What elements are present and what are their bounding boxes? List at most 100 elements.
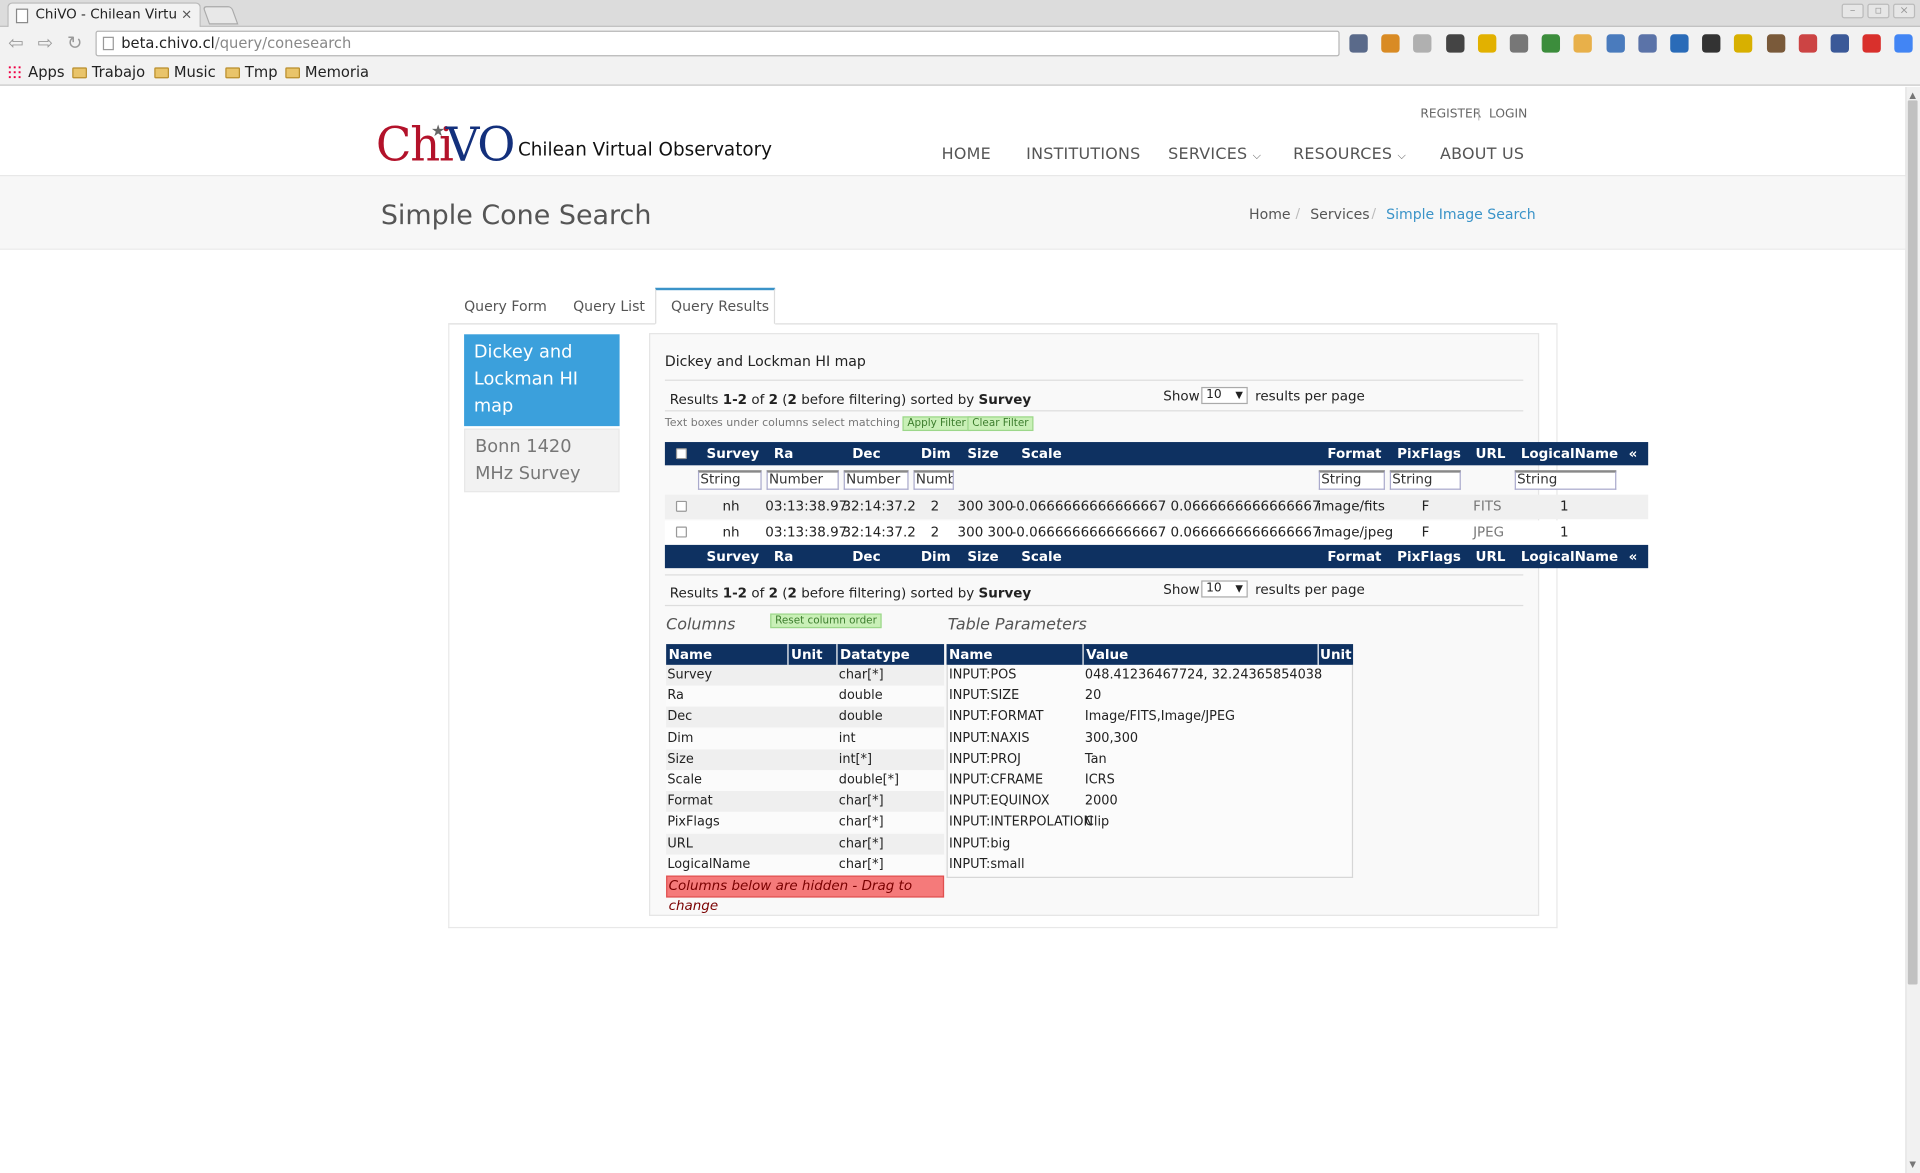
filter-dim-input[interactable]: Numb xyxy=(913,470,954,490)
apply-filter-button[interactable]: Apply Filter xyxy=(902,416,971,432)
register-link[interactable]: REGISTER xyxy=(1420,108,1481,121)
tab-query-results[interactable]: Query Results xyxy=(671,298,769,315)
pin-icon[interactable] xyxy=(1734,34,1753,53)
browser-tab[interactable]: ChiVO - Chilean Virtu × xyxy=(7,2,201,27)
cube-icon[interactable] xyxy=(1573,34,1593,53)
filter-logicalname-input[interactable]: String xyxy=(1514,470,1617,490)
per-page-select[interactable]: 10 ▼ xyxy=(1201,386,1248,405)
row-checkbox[interactable] xyxy=(675,526,687,538)
translate-icon[interactable] xyxy=(1894,34,1914,53)
select-all-checkbox[interactable] xyxy=(675,448,687,460)
tab-query-list[interactable]: Query List xyxy=(573,298,645,315)
columns-table-row[interactable] xyxy=(666,685,945,707)
basket-icon[interactable] xyxy=(1381,34,1400,53)
scroll-up-icon[interactable]: ▲ xyxy=(1908,91,1918,101)
col-footer-url[interactable]: URL xyxy=(1476,545,1506,568)
col-header-ra[interactable]: Ra xyxy=(774,442,793,465)
col-header-logicalname[interactable]: LogicalName xyxy=(1521,442,1618,465)
col-header-survey[interactable]: Survey xyxy=(707,442,760,465)
per-page-select-bottom[interactable]: 10 ▼ xyxy=(1201,580,1248,598)
bookmark-trabajo[interactable]: Trabajo xyxy=(72,64,145,81)
row-checkbox[interactable] xyxy=(675,500,687,512)
minimize-button[interactable]: – xyxy=(1841,3,1864,19)
col-footer-logicalname[interactable]: LogicalName xyxy=(1521,545,1618,568)
facebook-icon[interactable] xyxy=(1830,34,1849,53)
nav-home[interactable]: HOME xyxy=(942,146,991,164)
col-footer-survey[interactable]: Survey xyxy=(707,545,760,568)
maximize-button[interactable]: ▫ xyxy=(1867,3,1890,19)
breadcrumb-home[interactable]: Home xyxy=(1249,206,1291,223)
bell-icon[interactable] xyxy=(1413,34,1432,53)
collapse-columns-icon[interactable]: « xyxy=(1629,442,1638,465)
nav-institutions[interactable]: INSTITUTIONS xyxy=(1026,146,1140,164)
list-icon[interactable] xyxy=(1638,34,1657,53)
address-bar[interactable]: beta.chivo.cl/query/conesearch xyxy=(95,30,1340,57)
col-footer-scale[interactable]: Scale xyxy=(1021,545,1062,568)
logo-vo[interactable]: VO xyxy=(446,120,516,169)
cell-url-link[interactable]: FITS xyxy=(1473,495,1502,519)
tab-query-form[interactable]: Query Form xyxy=(464,298,547,315)
filter-survey-input[interactable]: String xyxy=(697,470,762,490)
docs-icon[interactable] xyxy=(1606,34,1625,53)
camera-icon[interactable] xyxy=(1766,34,1785,53)
breadcrumb-services[interactable]: Services xyxy=(1310,206,1369,223)
euro-icon[interactable] xyxy=(1670,34,1689,53)
collapse-columns-icon[interactable]: « xyxy=(1629,545,1638,568)
col-footer-pixflags[interactable]: PixFlags xyxy=(1397,545,1461,568)
close-tab-icon[interactable]: × xyxy=(181,4,192,26)
nav-about[interactable]: ABOUT US xyxy=(1440,146,1524,164)
params-header-value: Value xyxy=(1086,646,1129,663)
col-header-size[interactable]: Size xyxy=(967,442,998,465)
reset-column-order-button[interactable]: Reset column order xyxy=(770,613,882,629)
col-footer-dec[interactable]: Dec xyxy=(852,545,880,568)
bookmark-music[interactable]: Music xyxy=(154,64,216,81)
cell-url-link[interactable]: JPEG xyxy=(1473,520,1504,544)
nav-resources[interactable]: RESOURCES ⌵ xyxy=(1293,146,1406,164)
columns-table-row[interactable] xyxy=(666,833,945,855)
forward-icon[interactable]: ⇨ xyxy=(34,32,56,54)
columns-table-row[interactable] xyxy=(666,749,945,770)
imdb-icon[interactable] xyxy=(1477,34,1497,53)
service-item-dickey-lockman[interactable]: Dickey and Lockman HI map xyxy=(464,334,620,427)
reload-icon[interactable]: ↻ xyxy=(64,32,86,54)
back-icon[interactable]: ⇦ xyxy=(5,32,27,54)
service-item-bonn-1420[interactable]: Bonn 1420 MHz Survey xyxy=(464,428,620,493)
hidden-columns-dropzone[interactable]: Columns below are hidden - Drag to chang… xyxy=(666,875,945,913)
col-footer-size[interactable]: Size xyxy=(967,545,998,568)
bookmark-memoria[interactable]: Memoria xyxy=(285,64,369,81)
new-tab-button[interactable] xyxy=(202,6,239,25)
col-header-format[interactable]: Format xyxy=(1327,442,1381,465)
col-header-dim[interactable]: Dim xyxy=(921,442,951,465)
col-footer-format[interactable]: Format xyxy=(1327,545,1381,568)
filter-pixflags-input[interactable]: String xyxy=(1389,470,1461,490)
bookmark-apps[interactable]: Apps xyxy=(7,64,65,81)
columns-table-row[interactable] xyxy=(666,707,945,728)
phone-icon[interactable] xyxy=(1702,34,1721,53)
nav-services[interactable]: SERVICES ⌵ xyxy=(1168,146,1261,164)
col-header-pixflags[interactable]: PixFlags xyxy=(1397,442,1461,465)
column-separator xyxy=(1082,644,1084,665)
login-link[interactable]: LOGIN xyxy=(1489,108,1527,121)
col-footer-dim[interactable]: Dim xyxy=(921,545,951,568)
col-header-scale[interactable]: Scale xyxy=(1021,442,1062,465)
scroll-down-icon[interactable]: ▼ xyxy=(1908,1160,1918,1170)
col-header-url[interactable]: URL xyxy=(1476,442,1506,465)
scrollbar-thumb[interactable] xyxy=(1907,100,1918,985)
green-bag-icon[interactable] xyxy=(1541,34,1561,53)
close-window-button[interactable]: × xyxy=(1893,3,1916,19)
columns-table-row[interactable] xyxy=(666,728,945,749)
clear-filter-button[interactable]: Clear Filter xyxy=(967,416,1034,432)
scanner-icon[interactable] xyxy=(1509,34,1529,53)
bookmark-tmp[interactable]: Tmp xyxy=(225,64,278,81)
filter-dec-input[interactable]: Number xyxy=(843,470,909,490)
filter-format-input[interactable]: String xyxy=(1318,470,1385,490)
wordpress-icon[interactable] xyxy=(1445,34,1465,53)
col-footer-ra[interactable]: Ra xyxy=(774,545,793,568)
column-datatype: int[*] xyxy=(838,751,873,767)
download-icon[interactable] xyxy=(1798,34,1817,53)
columns-table-row[interactable] xyxy=(666,770,945,792)
col-header-dec[interactable]: Dec xyxy=(852,442,880,465)
adblock-icon[interactable] xyxy=(1862,34,1882,53)
filter-ra-input[interactable]: Number xyxy=(766,470,839,490)
pi-icon[interactable] xyxy=(1349,34,1368,53)
